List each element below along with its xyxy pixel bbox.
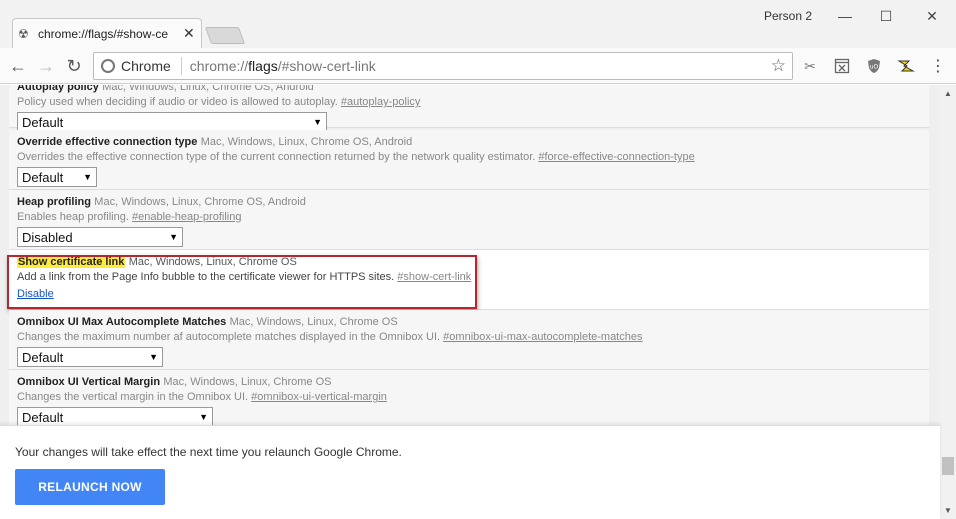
new-tab-button[interactable] (204, 27, 246, 44)
flag-platforms: Mac, Windows, Linux, Chrome OS (128, 256, 297, 268)
address-bar[interactable]: Chrome chrome://flags/#show-cert-link ☆ (93, 52, 793, 80)
flag-title: Omnibox UI Vertical Margin (17, 376, 161, 388)
url-host: flags (248, 58, 278, 74)
forward-button[interactable]: → (34, 54, 58, 78)
dropdown-arrow-icon: ▼ (83, 172, 92, 182)
flag-anchor-link[interactable]: #enable-heap-profiling (132, 211, 241, 223)
flag-select[interactable]: Default ▼ (17, 407, 213, 425)
tab-close-extension-icon[interactable] (832, 56, 852, 76)
flag-anchor-link[interactable]: #force-effective-connection-type (538, 151, 694, 163)
flag-description: Overrides the effective connection type … (17, 151, 536, 163)
window-titlebar: ☢ chrome://flags/#show-ce ✕ Person 2 — ☐… (0, 0, 956, 48)
page-scrollbar[interactable]: ▲ ▼ (940, 85, 956, 519)
omnibox-divider (180, 57, 182, 75)
flag-anchor-link[interactable]: #omnibox-ui-max-autocomplete-matches (443, 331, 642, 343)
flag-heap-profiling: Heap profiling Mac, Windows, Linux, Chro… (9, 190, 929, 250)
relaunch-banner: Your changes will take effect the next t… (0, 425, 940, 519)
select-value: Default (22, 349, 64, 365)
flag-platforms: Mac, Windows, Linux, Chrome OS, Android (200, 136, 413, 148)
select-value: Default (22, 114, 64, 130)
flag-show-cert-link: Show certificate link Mac, Windows, Linu… (9, 250, 929, 310)
flag-description: Add a link from the Page Info bubble to … (17, 271, 395, 283)
dropdown-arrow-icon: ▼ (199, 412, 208, 422)
bookmark-star-icon[interactable]: ☆ (771, 56, 786, 76)
chrome-icon (101, 59, 115, 73)
bolt-icon (897, 60, 915, 72)
profile-name[interactable]: Person 2 (764, 9, 812, 23)
url-path: /#show-cert-link (277, 58, 376, 74)
flag-select[interactable]: Disabled ▼ (17, 227, 183, 247)
flag-description: Changes the vertical margin in the Omnib… (17, 391, 249, 403)
flags-page: Autoplay policy Mac, Windows, Linux, Chr… (0, 85, 940, 425)
dropdown-arrow-icon: ▼ (313, 117, 322, 127)
tab-content[interactable]: ☢ chrome://flags/#show-ce (18, 24, 170, 44)
relaunch-message: Your changes will take effect the next t… (15, 445, 402, 459)
flag-anchor-link[interactable]: #show-cert-link (397, 271, 471, 283)
flag-anchor-link[interactable]: #omnibox-ui-vertical-margin (251, 391, 387, 403)
scrollbar-thumb[interactable] (942, 457, 954, 475)
flag-description: Enables heap profiling. (17, 211, 129, 223)
flag-title: Omnibox UI Max Autocomplete Matches (17, 316, 227, 328)
flag-title-highlighted: Show certificate link (17, 256, 126, 268)
flag-select[interactable]: Default ▼ (17, 167, 97, 187)
flag-omnibox-vertical-margin: Omnibox UI Vertical Margin Mac, Windows,… (9, 370, 929, 425)
url-text[interactable]: chrome://flags/#show-cert-link (190, 58, 376, 74)
radiation-icon: ☢ (18, 27, 29, 41)
flag-autoplay-policy: Autoplay policy Mac, Windows, Linux, Chr… (9, 85, 929, 132)
flag-platforms: Mac, Windows, Linux, Chrome OS (163, 376, 332, 388)
flag-platforms: Mac, Windows, Linux, Chrome OS, Android (94, 196, 306, 208)
flag-description: Policy used when deciding if audio or vi… (17, 96, 338, 108)
scissors-extension-icon[interactable]: ✂ (800, 56, 820, 76)
dropdown-arrow-icon: ▼ (149, 352, 158, 362)
back-button[interactable]: ← (6, 54, 30, 78)
flag-override-connection-type: Override effective connection type Mac, … (9, 130, 929, 190)
flag-anchor-link[interactable]: #autoplay-policy (341, 96, 421, 108)
lightning-extension-icon[interactable] (896, 56, 916, 76)
select-value: Default (22, 169, 64, 185)
flag-omnibox-max-matches: Omnibox UI Max Autocomplete Matches Mac,… (9, 310, 929, 370)
flag-description: Changes the maximum number af autocomple… (17, 331, 441, 343)
reload-button[interactable]: ↻ (62, 54, 86, 78)
scroll-up-arrow-icon[interactable]: ▲ (944, 89, 952, 98)
flag-title: Autoplay policy (17, 85, 99, 93)
url-prefix: chrome:// (189, 58, 249, 74)
svg-text:uO: uO (870, 64, 879, 71)
close-window-button[interactable]: ✕ (912, 4, 952, 28)
tab-close-icon[interactable]: ✕ (183, 25, 195, 42)
flag-select[interactable]: Default ▼ (17, 112, 327, 132)
window-x-icon (834, 58, 850, 74)
flag-title: Override effective connection type (17, 136, 198, 148)
tab-title[interactable]: chrome://flags/#show-ce (38, 27, 170, 41)
flag-title: Heap profiling (17, 196, 91, 208)
shield-icon: uO (868, 59, 880, 73)
disable-link[interactable]: Disable (17, 288, 54, 300)
flag-select[interactable]: Default ▼ (17, 347, 163, 367)
select-value: Disabled (22, 229, 73, 245)
ublock-shield-icon[interactable]: uO (864, 56, 884, 76)
security-chip[interactable]: Chrome (121, 58, 171, 74)
flag-platforms: Mac, Windows, Linux, Chrome OS (229, 316, 398, 328)
scroll-down-arrow-icon[interactable]: ▼ (944, 506, 952, 515)
dropdown-arrow-icon: ▼ (169, 232, 178, 242)
select-value: Default (22, 409, 64, 425)
minimize-button[interactable]: — (825, 4, 865, 28)
flag-platforms: Mac, Windows, Linux, Chrome OS, Android (102, 85, 314, 93)
browser-toolbar: ← → ↻ Chrome chrome://flags/#show-cert-l… (0, 48, 956, 84)
maximize-button[interactable]: ☐ (866, 4, 906, 28)
menu-kebab-icon[interactable]: ⋮ (928, 56, 948, 76)
relaunch-now-button[interactable]: RELAUNCH NOW (15, 469, 165, 505)
